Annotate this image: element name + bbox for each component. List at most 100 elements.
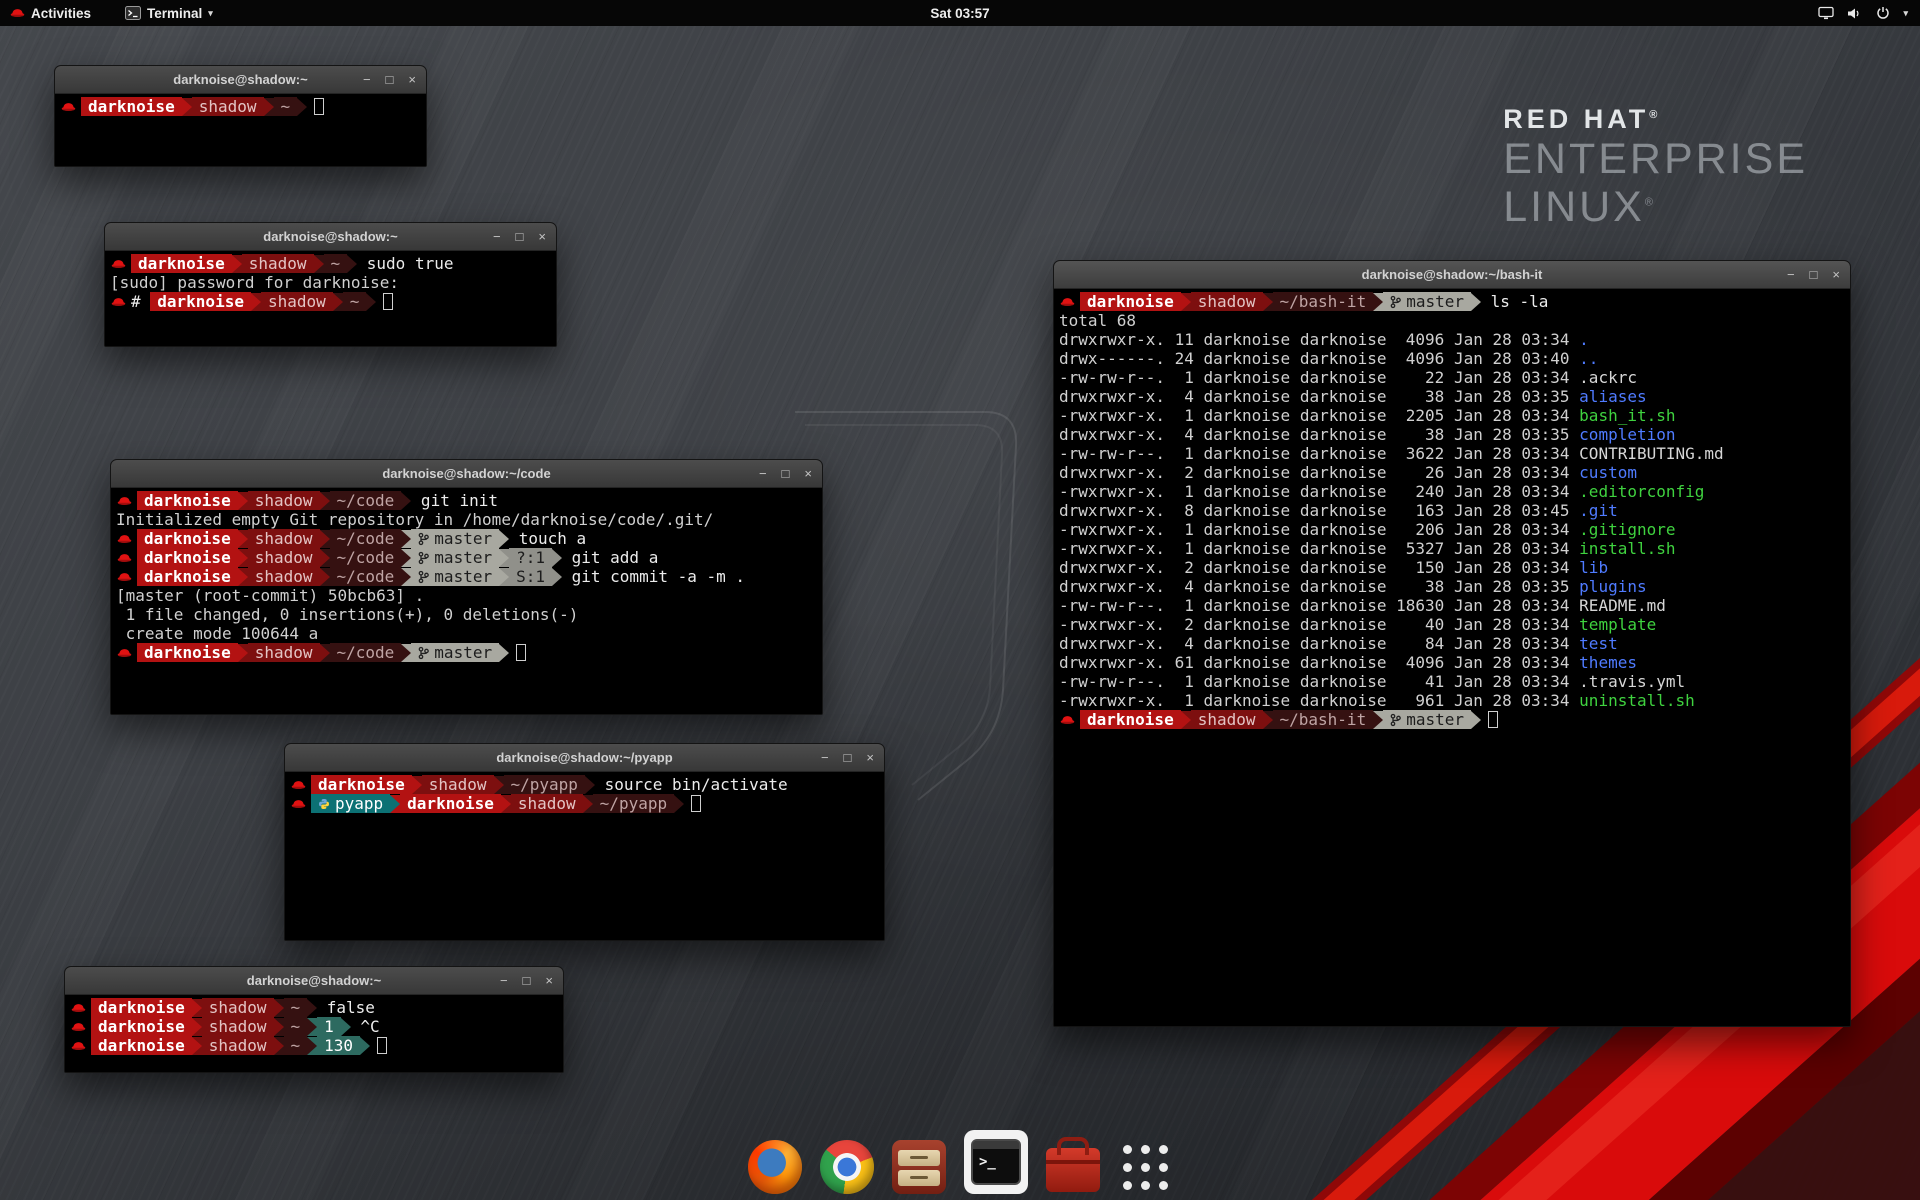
show-applications-icon[interactable] bbox=[1118, 1140, 1172, 1194]
activities-label: Activities bbox=[31, 6, 91, 21]
git-branch-icon bbox=[418, 646, 429, 660]
powerline-separator-icon bbox=[390, 795, 400, 813]
file-name: lib bbox=[1579, 558, 1608, 577]
terminal-content[interactable]: darknoiseshadow~/code git initInitialize… bbox=[111, 489, 822, 714]
app-menu[interactable]: Terminal ▾ bbox=[117, 0, 221, 26]
terminal-glyph: >_ bbox=[979, 1154, 996, 1170]
prompt-line: darknoiseshadow~ false bbox=[70, 998, 563, 1017]
firefox-icon[interactable] bbox=[748, 1140, 802, 1194]
system-status-area[interactable]: ▾ bbox=[1814, 0, 1912, 26]
window-titlebar[interactable]: darknoise@shadow:~/pyapp − □ × bbox=[285, 744, 884, 772]
close-button[interactable]: × bbox=[804, 467, 812, 480]
output-line: -rw-rw-r--. 1 darknoise darknoise 3622 J… bbox=[1059, 444, 1850, 463]
redhat-icon bbox=[291, 779, 306, 791]
file-meta: drwxrwxr-x. 8 darknoise darknoise 163 Ja… bbox=[1059, 501, 1579, 520]
powerline-separator-icon bbox=[307, 1018, 317, 1036]
terminal-content[interactable]: darknoiseshadow~/bash-itmaster ls -latot… bbox=[1054, 290, 1850, 1026]
redhat-prompt-icon bbox=[116, 495, 137, 507]
redhat-icon bbox=[117, 495, 132, 507]
minimize-button[interactable]: − bbox=[493, 230, 501, 243]
file-manager-icon[interactable] bbox=[892, 1140, 946, 1194]
redhat-icon bbox=[71, 1021, 86, 1033]
terminal-content[interactable]: darknoiseshadow~/pyapp source bin/activa… bbox=[285, 773, 884, 940]
output-line: [master (root-commit) 50bcb63] . bbox=[116, 586, 822, 605]
file-meta: drwxrwxr-x. 4 darknoise darknoise 38 Jan… bbox=[1059, 577, 1579, 596]
close-button[interactable]: × bbox=[538, 230, 546, 243]
close-button[interactable]: × bbox=[408, 73, 416, 86]
powerline-separator-icon bbox=[232, 255, 242, 273]
close-button[interactable]: × bbox=[866, 751, 874, 764]
powerline-separator-icon bbox=[1181, 711, 1191, 729]
maximize-button[interactable]: □ bbox=[386, 73, 394, 86]
maximize-button[interactable]: □ bbox=[782, 467, 790, 480]
window-titlebar[interactable]: darknoise@shadow:~ − □ × bbox=[55, 66, 426, 94]
output-line: -rw-rw-r--. 1 darknoise darknoise 22 Jan… bbox=[1059, 368, 1850, 387]
terminal-content[interactable]: darknoiseshadow~ bbox=[55, 95, 426, 166]
powerline-separator-icon bbox=[238, 644, 248, 662]
close-button[interactable]: × bbox=[1832, 268, 1840, 281]
window-titlebar[interactable]: darknoise@shadow:~/bash-it − □ × bbox=[1054, 261, 1850, 289]
window-titlebar[interactable]: darknoise@shadow:~/code − □ × bbox=[111, 460, 822, 488]
file-meta: -rwxrwxr-x. 1 darknoise darknoise 2205 J… bbox=[1059, 406, 1579, 425]
app-menu-label: Terminal bbox=[147, 6, 202, 21]
output-line: total 68 bbox=[1059, 311, 1850, 330]
prompt-line: darknoiseshadow~/codemasterS:1 git commi… bbox=[116, 567, 822, 586]
output-line: -rwxrwxr-x. 1 darknoise darknoise 961 Ja… bbox=[1059, 691, 1850, 710]
minimize-button[interactable]: − bbox=[500, 974, 508, 987]
file-meta: -rwxrwxr-x. 1 darknoise darknoise 240 Ja… bbox=[1059, 482, 1579, 501]
maximize-button[interactable]: □ bbox=[1810, 268, 1818, 281]
window-titlebar[interactable]: darknoise@shadow:~ − □ × bbox=[105, 223, 556, 251]
toolbox-icon[interactable] bbox=[1046, 1148, 1100, 1192]
output-text: create mode 100644 a bbox=[116, 624, 318, 643]
file-meta: drwxrwxr-x. 61 darknoise darknoise 4096 … bbox=[1059, 653, 1579, 672]
file-meta: -rwxrwxr-x. 1 darknoise darknoise 961 Ja… bbox=[1059, 691, 1579, 710]
window-titlebar[interactable]: darknoise@shadow:~ − □ × bbox=[65, 967, 563, 995]
file-name: .editorconfig bbox=[1579, 482, 1704, 501]
power-icon[interactable] bbox=[1876, 6, 1890, 20]
powerline-separator-icon bbox=[182, 98, 192, 116]
terminal-window: darknoise@shadow:~/code − □ × darknoises… bbox=[110, 459, 823, 715]
clock[interactable]: Sat 03:57 bbox=[920, 0, 999, 26]
maximize-button[interactable]: □ bbox=[516, 230, 524, 243]
cursor bbox=[383, 293, 393, 310]
terminal-icon[interactable]: >_ bbox=[971, 1139, 1021, 1185]
display-status-icon[interactable] bbox=[1818, 6, 1834, 20]
git-branch-icon bbox=[418, 570, 429, 584]
file-meta: -rwxrwxr-x. 1 darknoise darknoise 206 Ja… bbox=[1059, 520, 1579, 539]
minimize-button[interactable]: − bbox=[1787, 268, 1795, 281]
close-button[interactable]: × bbox=[545, 974, 553, 987]
file-name: test bbox=[1579, 634, 1618, 653]
prompt-segment-user: darknoise bbox=[137, 529, 238, 548]
chrome-icon[interactable] bbox=[820, 1140, 874, 1194]
output-line: drwxrwxr-x. 2 darknoise darknoise 26 Jan… bbox=[1059, 463, 1850, 482]
prompt-segment-git: master bbox=[411, 643, 499, 662]
command-text: false bbox=[317, 998, 375, 1017]
file-meta: drwxrwxr-x. 4 darknoise darknoise 38 Jan… bbox=[1059, 425, 1579, 444]
prompt-segment-host: shadow bbox=[511, 794, 583, 813]
prompt-segment-user: darknoise bbox=[150, 292, 251, 311]
maximize-button[interactable]: □ bbox=[844, 751, 852, 764]
chevron-down-icon: ▾ bbox=[1903, 8, 1908, 19]
redhat-prompt-icon bbox=[116, 647, 137, 659]
terminal-window: darknoise@shadow:~/pyapp − □ × darknoise… bbox=[284, 743, 885, 941]
activities-button[interactable]: Activities bbox=[0, 0, 101, 26]
command-text: touch a bbox=[509, 529, 586, 548]
terminal-dock-highlight[interactable]: >_ bbox=[964, 1130, 1028, 1194]
prompt-segment-host: shadow bbox=[261, 292, 333, 311]
prompt-segment-path: ~/code bbox=[330, 643, 402, 662]
powerline-separator-icon bbox=[264, 98, 274, 116]
maximize-button[interactable]: □ bbox=[523, 974, 531, 987]
minimize-button[interactable]: − bbox=[821, 751, 829, 764]
minimize-button[interactable]: − bbox=[363, 73, 371, 86]
output-line: drwxrwxr-x. 4 darknoise darknoise 38 Jan… bbox=[1059, 425, 1850, 444]
terminal-content[interactable]: darknoiseshadow~ falsedarknoiseshadow~1 … bbox=[65, 996, 563, 1072]
redhat-icon bbox=[291, 798, 306, 810]
powerline-separator-icon bbox=[320, 530, 330, 548]
file-name: template bbox=[1579, 615, 1656, 634]
terminal-content[interactable]: darknoiseshadow~ sudo true[sudo] passwor… bbox=[105, 252, 556, 346]
command-text: source bin/activate bbox=[595, 775, 788, 794]
desktop[interactable]: { "top_bar": { "activities_label": "Acti… bbox=[0, 0, 1920, 1200]
volume-icon[interactable] bbox=[1847, 7, 1863, 20]
prompt-line: darknoiseshadow~/codemaster?:1 git add a bbox=[116, 548, 822, 567]
minimize-button[interactable]: − bbox=[759, 467, 767, 480]
